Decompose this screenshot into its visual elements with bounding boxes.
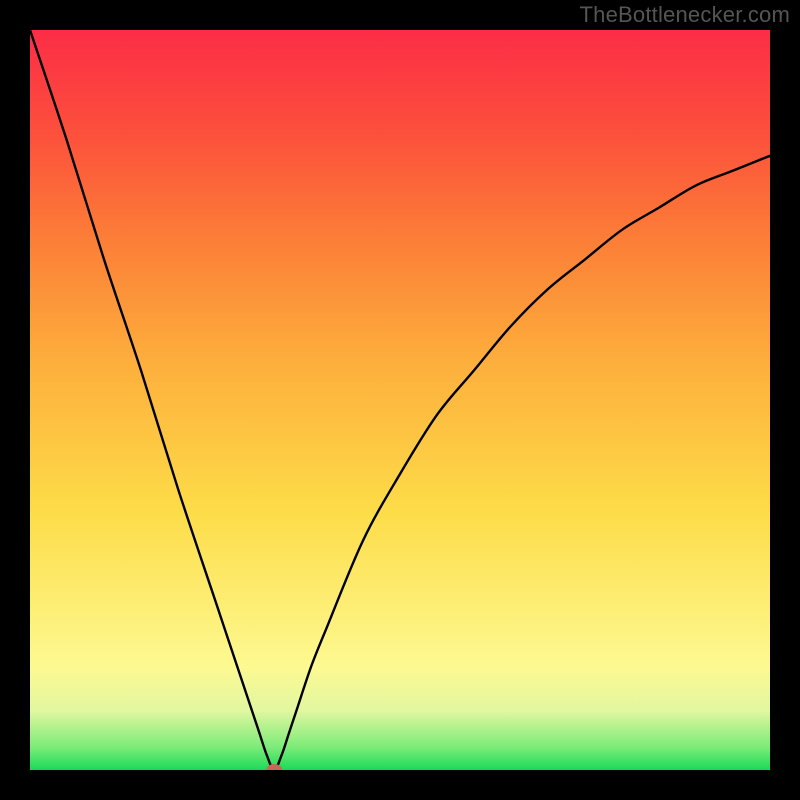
watermark-text: TheBottlenecker.com	[580, 2, 790, 28]
bottleneck-chart	[30, 30, 770, 770]
gradient-background	[30, 30, 770, 770]
chart-frame: TheBottlenecker.com	[0, 0, 800, 800]
plot-area	[30, 30, 770, 770]
